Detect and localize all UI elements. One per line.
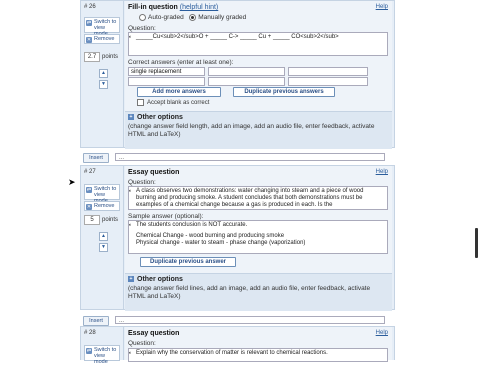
insert-type-select[interactable]: ... xyxy=(115,316,385,324)
manually-graded-radio[interactable] xyxy=(189,14,197,21)
move-up-arrow-icon[interactable]: ▲ xyxy=(99,69,108,78)
help-link[interactable]: Help xyxy=(376,169,388,175)
title-text: Fill-in question xyxy=(128,4,178,11)
resize-handle-icon: ◂ xyxy=(128,222,131,228)
remove-icon: ✕ xyxy=(86,204,92,210)
question-main: Essay question Help Question: ◂ A class … xyxy=(125,166,392,311)
mouse-cursor-icon: ➤ xyxy=(68,177,76,187)
sample-answer-label: Sample answer (optional): xyxy=(128,213,204,220)
move-up-arrow-icon[interactable]: ▲ xyxy=(99,232,108,241)
expand-icon: + xyxy=(128,114,134,121)
help-link[interactable]: Help xyxy=(376,330,388,336)
scrollbar-thumb[interactable] xyxy=(475,228,478,258)
question-main: Fill-in question (helpful hint) Help Aut… xyxy=(125,1,392,149)
question-sidebar: # 27 ⇄Switch to view mode ✕Remove 5point… xyxy=(81,166,124,309)
question-text: Explain why the conservation of matter i… xyxy=(136,350,328,356)
question-26: # 26 ⇄Switch to view mode ✕Remove 2.7poi… xyxy=(80,0,395,149)
help-link[interactable]: Help xyxy=(376,4,388,10)
points-field: 2.7 points xyxy=(84,52,118,62)
auto-graded-label: Auto-graded xyxy=(148,14,184,22)
question-number: # 28 xyxy=(84,330,96,336)
points-field: 5 points xyxy=(84,215,118,225)
sample-line: Chemical Change - wood burning and produ… xyxy=(136,233,285,239)
sample-line: Physical change - water to steam - phase… xyxy=(136,240,306,246)
question-textarea[interactable]: ◂ A class observes two demonstrations: w… xyxy=(128,186,388,210)
switch-view-button[interactable]: ⇄Switch to view mode xyxy=(84,345,120,365)
resize-handle-icon: ◂ xyxy=(128,34,131,40)
other-options-panel: + Other options (change answer field line… xyxy=(125,273,392,311)
accept-blank-checkbox[interactable]: Accept blank as correct xyxy=(137,99,209,106)
points-label: points xyxy=(102,217,119,223)
question-title: Essay question xyxy=(128,330,180,337)
duplicate-answer-button[interactable]: Duplicate previous answer xyxy=(140,257,236,267)
answer-field-4[interactable] xyxy=(128,77,205,86)
question-label: Question: xyxy=(128,25,156,32)
answers-label: Correct answers (enter at least one): xyxy=(128,59,234,66)
other-options-toggle[interactable]: + Other options xyxy=(128,114,183,121)
insert-row: Insert ... xyxy=(80,151,395,163)
question-textarea[interactable]: ◂ _____Cu<sub>2</sub>O + _____ C-> _____… xyxy=(128,32,388,56)
insert-row: Insert ... xyxy=(80,314,395,326)
answers-grid: single replacement xyxy=(128,67,388,87)
remove-label: Remove xyxy=(94,203,115,209)
insert-button[interactable]: Insert xyxy=(83,316,109,326)
move-down-arrow-icon[interactable]: ▼ xyxy=(99,243,108,252)
remove-button[interactable]: ✕ Remove xyxy=(84,34,120,44)
switch-icon: ⇄ xyxy=(86,20,92,26)
insert-type-select[interactable]: ... xyxy=(115,153,385,161)
question-28: # 28 ⇄ Switch to view mode Essay question… xyxy=(80,326,395,365)
resize-handle-icon: ◂ xyxy=(128,188,131,194)
question-sidebar: # 26 ⇄Switch to view mode ✕Remove 2.7poi… xyxy=(81,1,124,147)
question-number: # 27 xyxy=(84,169,96,175)
switch-view-button[interactable]: ⇄Switch to view mode xyxy=(84,184,120,204)
answer-field-3[interactable] xyxy=(288,67,368,76)
question-title: Fill-in question (helpful hint) xyxy=(128,4,218,11)
question-sidebar: # 28 ⇄ Switch to view mode xyxy=(81,327,124,365)
accept-blank-label: Accept blank as correct xyxy=(147,100,210,107)
resize-handle-icon: ◂ xyxy=(128,350,131,356)
other-options-description: (change answer field lines, add an image… xyxy=(128,285,371,300)
answer-field-5[interactable] xyxy=(208,77,285,86)
other-options-toggle[interactable]: + Other options xyxy=(128,276,183,283)
sample-answer-textarea[interactable]: ◂ The students conclusion is NOT accurat… xyxy=(128,220,388,254)
remove-label: Remove xyxy=(94,36,115,42)
helpful-hint-link[interactable]: (helpful hint) xyxy=(180,4,219,11)
switch-icon: ⇄ xyxy=(86,348,92,354)
other-options-title: Other options xyxy=(137,114,183,121)
other-options-panel: + Other options (change answer field leng… xyxy=(125,111,392,149)
question-number: # 26 xyxy=(84,4,96,10)
duplicate-answers-button[interactable]: Duplicate previous answers xyxy=(233,87,335,97)
checkbox-box xyxy=(137,99,144,106)
answer-field-2[interactable] xyxy=(208,67,285,76)
question-title: Essay question xyxy=(128,169,180,176)
auto-graded-radio[interactable] xyxy=(139,14,146,21)
switch-view-button[interactable]: ⇄Switch to view mode xyxy=(84,17,120,37)
manually-graded-label: Manually graded xyxy=(198,14,247,22)
answer-field-1[interactable]: single replacement xyxy=(128,67,205,76)
move-down-arrow-icon[interactable]: ▼ xyxy=(99,80,108,89)
insert-button[interactable]: Insert xyxy=(83,153,109,163)
remove-button[interactable]: ✕ Remove xyxy=(84,201,120,211)
answer-field-6[interactable] xyxy=(288,77,368,86)
question-27: # 27 ⇄Switch to view mode ✕Remove 5point… xyxy=(80,165,395,311)
question-main: Essay question Help Question: ◂ Explain … xyxy=(125,327,392,362)
question-text: _____Cu<sub>2</sub>O + _____ C-> _____ C… xyxy=(136,34,339,40)
switch-label: Switch to view mode xyxy=(94,347,117,365)
points-input[interactable]: 5 xyxy=(84,215,100,225)
question-label: Question: xyxy=(128,340,156,347)
grading-options: Auto-graded Manually graded xyxy=(139,14,246,21)
question-text: A class observes two demonstrations: wat… xyxy=(136,188,364,208)
switch-icon: ⇄ xyxy=(86,187,92,193)
points-input[interactable]: 2.7 xyxy=(84,52,100,62)
expand-icon: + xyxy=(128,276,134,283)
other-options-description: (change answer field length, add an imag… xyxy=(128,123,375,138)
points-label: points xyxy=(102,54,119,60)
remove-icon: ✕ xyxy=(86,37,92,43)
other-options-title: Other options xyxy=(137,276,183,283)
question-label: Question: xyxy=(128,179,156,186)
add-more-answers-button[interactable]: Add more answers xyxy=(137,87,221,97)
sample-line: The students conclusion is NOT accurate. xyxy=(136,222,248,228)
